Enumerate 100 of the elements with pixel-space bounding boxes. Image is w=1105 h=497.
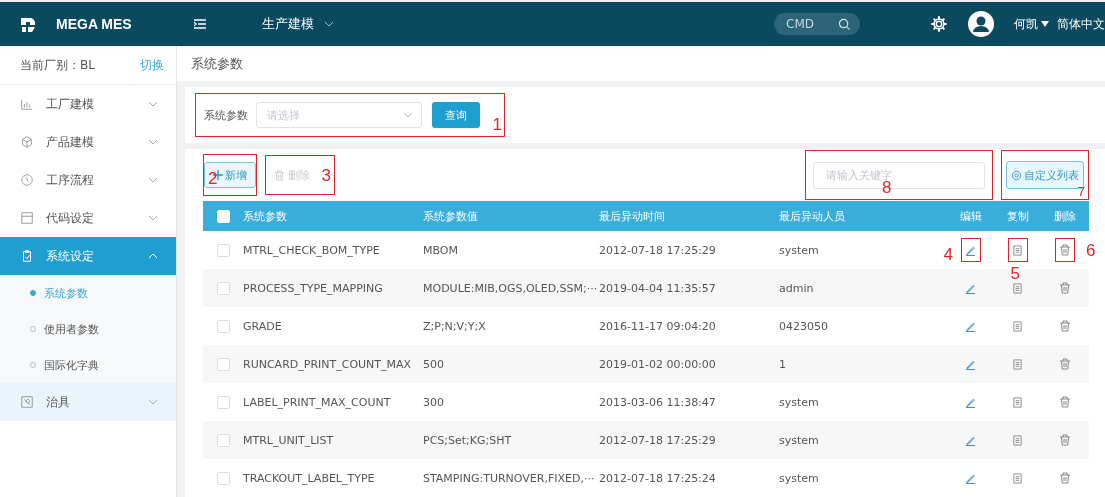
user-menu[interactable]: 何凯	[1014, 15, 1049, 33]
document-icon[interactable]	[1012, 434, 1023, 446]
annotation-number: 1	[492, 116, 502, 133]
table-cell: TRACKOUT_LABEL_TYPE	[243, 471, 375, 485]
pen-icon[interactable]	[965, 472, 976, 484]
chevron-icon	[148, 139, 158, 145]
table-cell: system	[779, 471, 819, 485]
avatar-icon[interactable]	[968, 11, 994, 37]
pen-icon[interactable]	[965, 282, 976, 294]
pen-icon[interactable]	[965, 244, 976, 256]
select-all-checkbox[interactable]	[216, 209, 230, 223]
gear-icon	[1011, 169, 1022, 181]
chevron-icon	[324, 21, 334, 27]
column-header: 系统参数	[243, 208, 287, 224]
table-cell: Z;P;N;V;Y;X	[423, 319, 486, 333]
chevron-icon	[148, 177, 158, 183]
document-icon[interactable]	[1012, 244, 1023, 256]
column-header: 编辑	[959, 208, 982, 224]
table-cell: system	[779, 243, 819, 257]
table-cell: LABEL_PRINT_MAX_COUNT	[243, 395, 391, 409]
table-cell: GRADE	[243, 319, 282, 333]
pen-icon[interactable]	[965, 434, 976, 446]
trash-icon[interactable]	[1058, 244, 1071, 256]
table-cell: PCS;Set;KG;SHT	[423, 433, 512, 447]
table-cell: 2019-04-04 11:35:57	[599, 281, 716, 295]
table-cell: MBOM	[423, 243, 458, 257]
sidebar-item[interactable]: 工厂建模	[0, 85, 176, 123]
document-icon[interactable]	[1012, 396, 1023, 408]
sidebar-item[interactable]: 治具	[0, 383, 176, 421]
command-field[interactable]: CMD	[774, 13, 860, 35]
table-cell: 2012-07-18 17:25:29	[599, 243, 716, 257]
row-checkbox[interactable]	[216, 243, 230, 257]
trash-icon[interactable]	[1058, 358, 1071, 370]
clipboard-icon	[20, 249, 34, 263]
row-checkbox[interactable]	[216, 395, 230, 409]
annotation-number: 4	[943, 246, 953, 263]
document-icon[interactable]	[1012, 472, 1023, 484]
chevron-icon	[148, 101, 158, 107]
table-cell: RUNCARD_PRINT_COUNT_MAX	[243, 357, 412, 371]
submenu-item[interactable]: 国际化字典	[0, 347, 176, 383]
sidebar-item[interactable]: 代码设定	[0, 199, 176, 237]
page-title: 系统参数	[191, 54, 243, 73]
module-dropdown[interactable]: 生产建模	[256, 14, 340, 34]
column-header: 系统参数值	[423, 208, 478, 224]
cube-icon	[20, 135, 34, 149]
chevron-icon	[148, 253, 158, 259]
annotation-number: 5	[1010, 265, 1020, 282]
column-header: 最后异动人员	[779, 208, 845, 224]
sidebar-item[interactable]: 工序流程	[0, 161, 176, 199]
pen-icon[interactable]	[965, 320, 976, 332]
pen-icon[interactable]	[965, 396, 976, 408]
row-checkbox[interactable]	[216, 433, 230, 447]
table-cell: 500	[423, 357, 444, 371]
trash-icon[interactable]	[1058, 472, 1071, 484]
panel-icon	[20, 211, 34, 225]
table-cell: 2012-07-18 17:25:29	[599, 433, 716, 447]
table-cell: MODULE:MIB,OGS,OLED,SSM;···	[423, 281, 598, 295]
table-cell: 2019-01-02 00:00:00	[599, 357, 716, 371]
table-cell: MTRL_UNIT_LIST	[243, 433, 334, 447]
table-cell: 0423050	[779, 319, 828, 333]
annotation-number: 3	[321, 167, 331, 184]
language-dropdown[interactable]: 简体中文	[1057, 15, 1105, 33]
document-icon[interactable]	[1012, 358, 1023, 370]
trash-icon[interactable]	[1058, 320, 1071, 332]
table-cell: 2013-03-06 11:38:47	[599, 395, 716, 409]
chevron-icon	[148, 215, 158, 221]
chevron-icon	[403, 112, 413, 118]
table-cell: 2012-07-18 17:25:24	[599, 471, 716, 485]
trash-icon[interactable]	[1058, 282, 1071, 294]
row-checkbox[interactable]	[216, 319, 230, 333]
row-checkbox[interactable]	[216, 471, 230, 485]
clock-icon	[20, 173, 34, 187]
row-checkbox[interactable]	[216, 281, 230, 295]
pen-icon[interactable]	[965, 358, 976, 370]
menu-icon[interactable]	[194, 19, 206, 29]
annotation-number: 6	[1086, 242, 1096, 259]
trash-icon[interactable]	[1058, 396, 1071, 408]
caret-icon	[1041, 21, 1049, 27]
field-label: 系统参数	[204, 107, 248, 123]
bullet-icon	[30, 290, 36, 296]
table-cell: 2016-11-17 09:04:20	[599, 319, 716, 333]
sidebar-item[interactable]: 产品建模	[0, 123, 176, 161]
table-cell: 300	[423, 395, 444, 409]
table-cell: STAMPING:TURNOVER,FIXED,···	[423, 471, 595, 485]
table-cell: system	[779, 433, 819, 447]
table-cell: 1	[779, 357, 786, 371]
chevron-icon	[148, 399, 158, 405]
column-header: 最后异动时间	[599, 208, 665, 224]
document-icon[interactable]	[1012, 320, 1023, 332]
annotation-number: 2	[208, 170, 218, 187]
settings-icon[interactable]	[930, 15, 948, 33]
row-checkbox[interactable]	[216, 357, 230, 371]
submenu-item[interactable]: 使用者参数	[0, 311, 176, 347]
table-cell: PROCESS_TYPE_MAPPING	[243, 281, 383, 295]
table-cell: system	[779, 395, 819, 409]
trash-icon[interactable]	[1058, 434, 1071, 446]
document-icon[interactable]	[1012, 282, 1023, 294]
table-cell: admin	[779, 281, 814, 295]
column-header: 复制	[1006, 208, 1029, 224]
tool-icon	[20, 395, 34, 409]
